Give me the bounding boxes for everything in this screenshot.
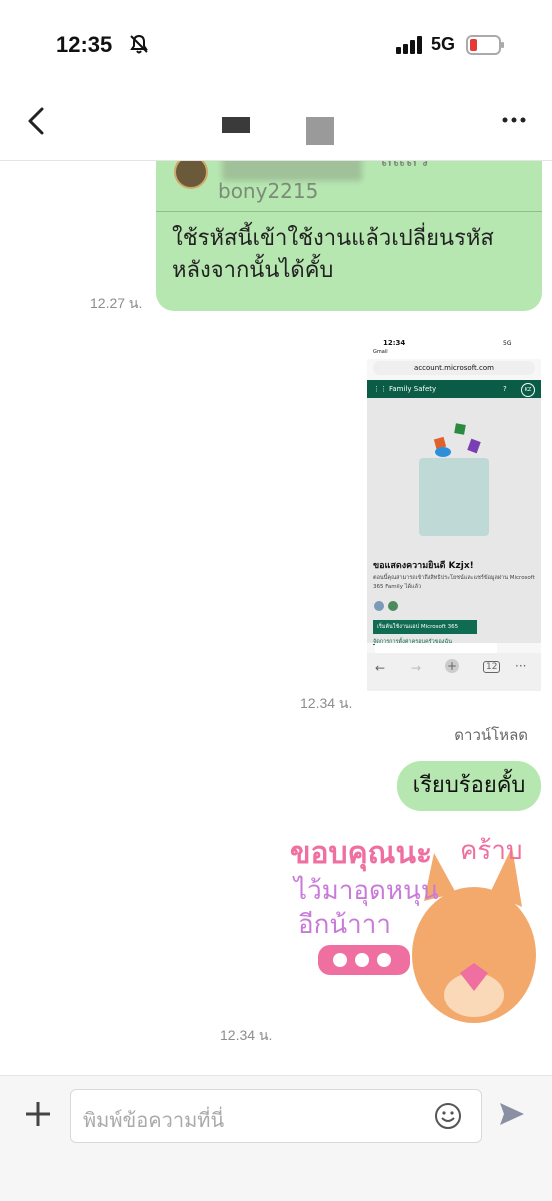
help-icon: ? [503,385,507,393]
quoted-text-partial: ลิแล้ว [380,161,429,175]
message-text: ใช้รหัสนี้เข้าใช้งานแล้วเปลี่ยนรหัสหลังจ… [172,226,494,283]
emoji-icon[interactable] [433,1101,463,1131]
message-time: 12.27 น. [90,295,143,311]
image-description: ตอนนี้คุณสามารถเข้าถึงสิทธิประโยชน์และแช… [373,575,535,590]
image-network: 5G [503,340,512,347]
image-app-title: Family Safety [389,385,437,393]
message-input-placeholder: พิมพ์ข้อความที่นี่ [83,1108,225,1132]
more-options-icon[interactable] [502,116,526,124]
image-carrier: Gmail [373,349,388,355]
silent-bell-icon [130,34,148,54]
image-heading: ขอแสดงความยินดี Kzjx! [373,561,474,571]
image-body: ขอแสดงความยินดี Kzjx! ตอนนี้คุณสามารถเข้… [367,398,541,645]
status-bar: 12:35 5G [0,0,552,80]
message-bubble[interactable]: เรียบร้อยคั้บ [397,761,541,811]
image-time: 12.34 น. [300,695,353,711]
sticker-text-2: คร้าบ [460,836,522,866]
battery-low-icon [466,35,504,55]
clock: 12:35 [56,32,113,57]
chat-header [0,80,552,161]
message-input[interactable]: พิมพ์ข้อความที่นี่ [70,1089,482,1143]
download-link[interactable]: ดาวน์โหลด [454,723,528,747]
sticker-text-1: ขอบคุณนะ [290,836,432,872]
image-bottom-sheet [375,643,497,653]
image-forward-icon: → [411,661,422,675]
grid-icon: ⋮⋮ [373,385,387,393]
back-arrow-icon[interactable] [26,106,46,136]
family-avatars-icon [374,601,398,611]
sticker-time: 12.34 น. [220,1027,273,1043]
image-start-button: เริ่มต้นใช้งานแอป Microsoft 365 [373,620,477,634]
image-back-icon: ← [375,661,386,675]
image-status-time: 12:34 [383,339,406,347]
send-icon[interactable] [498,1101,526,1127]
image-tabs-icon: 12 [483,661,501,673]
sticker-text-4: อีกน้าาา [298,910,391,940]
plus-icon[interactable] [24,1100,52,1128]
image-avatar: KZ [521,383,535,397]
app-icons-illustration [433,423,481,457]
image-gift-box [419,458,489,536]
image-menu-icon: ··· [515,659,527,673]
message-input-bar: พิมพ์ข้อความที่นี่ [0,1075,552,1201]
reply-message-bubble[interactable]: bony2215 ลิแล้ว ใช้รหัสนี้เข้าใช้งานแล้ว… [156,161,542,311]
signal-icon [396,36,422,54]
image-app-bar: ⋮⋮ Family Safety ? KZ [367,380,541,398]
redacted-avatar-block [306,117,334,145]
sticker-art: ขอบคุณนะ คร้าบ ไว้มาอุดหนุน อีกน้าาา [290,836,536,1023]
sticker[interactable]: ขอบคุณนะ คร้าบ ไว้มาอุดหนุน อีกน้าาา [284,823,542,1035]
image-newtab-icon: + [445,659,459,673]
image-message[interactable]: 12:34 Gmail 5G account.microsoft.com ⋮⋮ … [367,337,541,691]
sticker-text-3: ไว้มาอุดหนุน [292,875,439,906]
quoted-redaction [222,161,362,181]
chat-area[interactable]: bony2215 ลิแล้ว ใช้รหัสนี้เข้าใช้งานแล้ว… [0,161,552,1073]
network-type: 5G [431,34,456,54]
image-url-bar: account.microsoft.com [373,361,535,375]
redacted-name-block [222,117,250,133]
quoted-avatar [174,161,208,189]
image-browser-nav: ← → + 12 ··· [367,653,541,691]
quote-divider [156,211,542,212]
quoted-name: bony2215 [218,179,319,203]
image-status-bar: 12:34 Gmail 5G [367,337,541,359]
